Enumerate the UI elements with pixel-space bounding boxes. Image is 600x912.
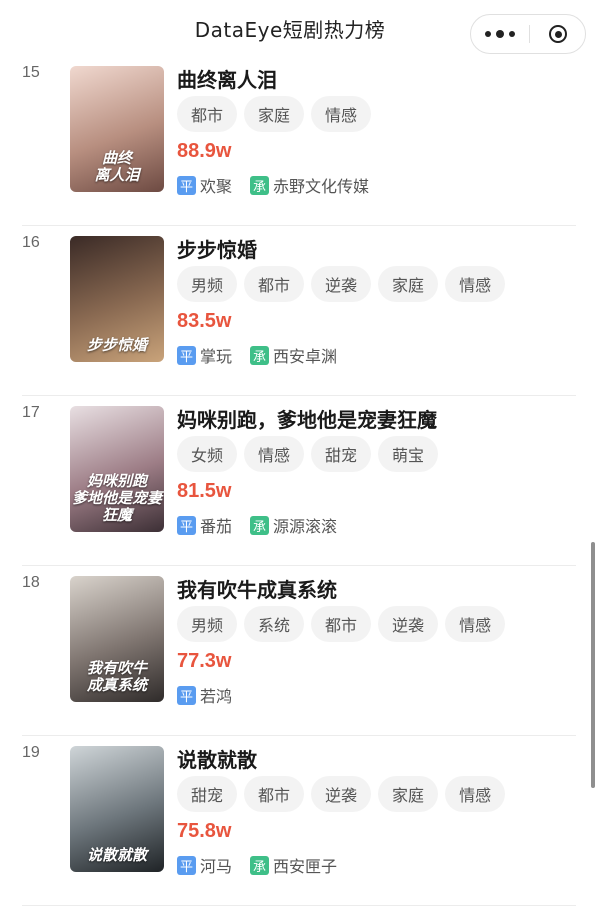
rank-number: 17 — [22, 404, 40, 421]
genre-tag[interactable]: 男频 — [177, 266, 238, 302]
producer-name: 赤野文化传媒 — [273, 177, 370, 196]
credits-row: 平 若鸿 — [177, 683, 250, 707]
genre-tag[interactable]: 逆袭 — [378, 606, 439, 642]
producer-name: 西安匣子 — [273, 857, 338, 876]
list-item[interactable]: 18 我有吹牛 成真系统 我有吹牛成真系统 男频 系统 都市 逆袭 情感 77.3w 平… — [0, 566, 600, 736]
drama-poster[interactable]: 曲终 离人泪 — [70, 66, 164, 192]
genre-tag[interactable]: 逆袭 — [311, 776, 372, 812]
poster-title-art: 说散就散 — [86, 846, 147, 864]
more-options-button[interactable] — [471, 15, 529, 53]
producer-badge: 承 — [250, 515, 270, 535]
genre-tag[interactable]: 男频 — [177, 606, 238, 642]
platform-badge: 平 — [177, 685, 196, 705]
tag-list: 男频 系统 都市 逆袭 情感 — [177, 606, 512, 642]
list-item[interactable]: 17 妈咪别跑 爹地他是宠妻狂魔 妈咪别跑，爹地他是宠妻狂魔 女频 情感 甜宠 萌宝 … — [0, 396, 600, 566]
drama-title[interactable]: 说散就散 — [177, 744, 257, 773]
drama-poster[interactable]: 我有吹牛 成真系统 — [70, 576, 164, 702]
genre-tag[interactable]: 情感 — [445, 606, 506, 642]
producer-name: 源源滚滚 — [273, 517, 338, 536]
drama-title[interactable]: 曲终离人泪 — [177, 64, 277, 93]
genre-tag[interactable]: 甜宠 — [177, 776, 238, 812]
genre-tag[interactable]: 女频 — [177, 436, 238, 472]
genre-tag[interactable]: 都市 — [244, 776, 305, 812]
genre-tag[interactable]: 逆袭 — [311, 266, 372, 302]
rank-number: 18 — [22, 574, 40, 591]
credits-row: 平 掌玩 承 西安卓渊 — [177, 343, 355, 367]
drama-title[interactable]: 妈咪别跑，爹地他是宠妻狂魔 — [177, 404, 437, 433]
genre-tag[interactable]: 家庭 — [378, 266, 439, 302]
drama-poster[interactable]: 步步惊婚 — [70, 236, 164, 362]
platform-badge: 平 — [177, 345, 196, 365]
genre-tag[interactable]: 都市 — [311, 606, 372, 642]
platform-name: 欢聚 — [200, 177, 233, 196]
more-dot-icon — [485, 31, 491, 37]
genre-tag[interactable]: 家庭 — [378, 776, 439, 812]
heat-value: 75.8w — [177, 820, 232, 842]
heat-value: 88.9w — [177, 140, 232, 162]
genre-tag[interactable]: 萌宝 — [378, 436, 439, 472]
platform-badge: 平 — [177, 855, 196, 875]
top-bar: DataEye短剧热力榜 — [0, 0, 600, 56]
genre-tag[interactable]: 情感 — [244, 436, 305, 472]
drama-poster[interactable]: 说散就散 — [70, 746, 164, 872]
producer-name: 西安卓渊 — [273, 347, 338, 366]
poster-title-art: 曲终 离人泪 — [94, 149, 140, 184]
genre-tag[interactable]: 都市 — [244, 266, 305, 302]
scrollbar[interactable] — [591, 542, 595, 788]
platform-badge: 平 — [177, 515, 196, 535]
heat-value: 81.5w — [177, 480, 232, 502]
heat-value: 77.3w — [177, 650, 232, 672]
target-icon — [549, 25, 567, 43]
producer-badge: 承 — [250, 345, 270, 365]
platform-name: 番茄 — [200, 517, 233, 536]
ranking-list: 15 曲终 离人泪 曲终离人泪 都市 家庭 情感 88.9w 平 欢聚 承 赤野文化… — [0, 56, 600, 906]
platform-badge: 平 — [177, 175, 196, 195]
genre-tag[interactable]: 情感 — [311, 96, 372, 132]
genre-tag[interactable]: 家庭 — [244, 96, 305, 132]
credits-row: 平 河马 承 西安匣子 — [177, 853, 355, 877]
more-dot-icon — [509, 31, 515, 37]
platform-name: 掌玩 — [200, 347, 233, 366]
close-miniprogram-button[interactable] — [530, 15, 586, 53]
poster-title-art: 妈咪别跑 爹地他是宠妻狂魔 — [71, 472, 162, 524]
platform-name: 若鸿 — [200, 687, 233, 706]
more-dot-icon — [496, 30, 504, 38]
tag-list: 男频 都市 逆袭 家庭 情感 — [177, 266, 512, 302]
rank-number: 19 — [22, 744, 40, 761]
drama-poster[interactable]: 妈咪别跑 爹地他是宠妻狂魔 — [70, 406, 164, 532]
poster-title-art: 步步惊婚 — [86, 336, 147, 354]
poster-title-art: 我有吹牛 成真系统 — [86, 659, 147, 694]
genre-tag[interactable]: 情感 — [445, 776, 506, 812]
producer-badge: 承 — [250, 855, 270, 875]
heat-value: 83.5w — [177, 310, 232, 332]
list-item[interactable]: 16 步步惊婚 步步惊婚 男频 都市 逆袭 家庭 情感 83.5w 平 掌玩 承 西安卓… — [0, 226, 600, 396]
drama-title[interactable]: 步步惊婚 — [177, 234, 257, 263]
tag-list: 甜宠 都市 逆袭 家庭 情感 — [177, 776, 512, 812]
drama-title[interactable]: 我有吹牛成真系统 — [177, 574, 337, 603]
rank-number: 16 — [22, 234, 40, 251]
tag-list: 都市 家庭 情感 — [177, 96, 378, 132]
genre-tag[interactable]: 甜宠 — [311, 436, 372, 472]
producer-badge: 承 — [250, 175, 270, 195]
tag-list: 女频 情感 甜宠 萌宝 — [177, 436, 445, 472]
genre-tag[interactable]: 都市 — [177, 96, 238, 132]
genre-tag[interactable]: 情感 — [445, 266, 506, 302]
miniprogram-capsule — [470, 14, 586, 54]
credits-row: 平 欢聚 承 赤野文化传媒 — [177, 173, 387, 197]
list-item[interactable]: 15 曲终 离人泪 曲终离人泪 都市 家庭 情感 88.9w 平 欢聚 承 赤野文化… — [0, 56, 600, 226]
credits-row: 平 番茄 承 源源滚滚 — [177, 513, 355, 537]
rank-number: 15 — [22, 64, 40, 81]
row-divider — [22, 905, 576, 906]
genre-tag[interactable]: 系统 — [244, 606, 305, 642]
platform-name: 河马 — [200, 857, 233, 876]
list-item[interactable]: 19 说散就散 说散就散 甜宠 都市 逆袭 家庭 情感 75.8w 平 河马 承 西安匣… — [0, 736, 600, 906]
